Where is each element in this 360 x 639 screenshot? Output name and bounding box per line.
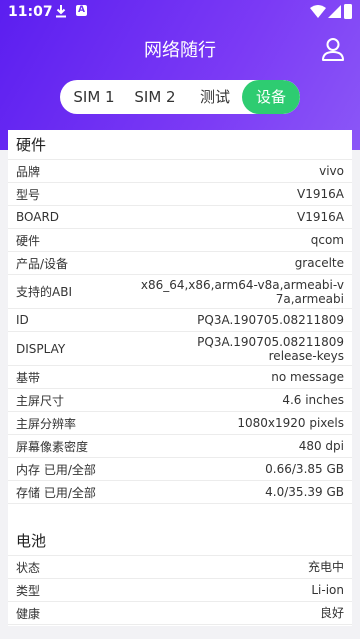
download-icon xyxy=(56,5,66,18)
cellular-signal-icon xyxy=(328,5,341,18)
status-bar: 11:07 A xyxy=(0,0,360,24)
tab-sim2[interactable]: SIM 2 xyxy=(122,80,188,114)
row-label: 支持的ABI xyxy=(16,285,72,299)
row-label: 健康 xyxy=(16,606,41,621)
status-time: 11:07 xyxy=(8,4,53,20)
tab-test[interactable]: 测试 xyxy=(188,80,242,114)
row-label: ID xyxy=(16,313,29,327)
info-row-board: BOARD V1916A xyxy=(8,206,352,229)
a-notification-icon: A xyxy=(76,5,87,16)
row-value: 4.0/35.39 GB xyxy=(265,485,344,499)
row-label: 类型 xyxy=(16,583,41,598)
info-row-storage: 存储 已用/全部 4.0/35.39 GB xyxy=(8,481,352,504)
hardware-section-title: 硬件 xyxy=(8,130,352,160)
row-value: 充电中 xyxy=(307,560,344,574)
battery-icon xyxy=(344,4,352,19)
tab-sim1[interactable]: SIM 1 xyxy=(60,80,122,114)
row-value: V1916A xyxy=(297,187,344,201)
tab-device[interactable]: 设备 xyxy=(242,80,300,114)
row-label: 屏幕像素密度 xyxy=(16,439,89,454)
row-value: V1916A xyxy=(297,210,344,224)
row-label: 主屏尺寸 xyxy=(16,393,65,408)
info-row-baseband: 基带 no message xyxy=(8,366,352,389)
row-label: 存储 已用/全部 xyxy=(16,485,96,500)
row-label: DISPLAY xyxy=(16,341,66,356)
info-row-screen-size: 主屏尺寸 4.6 inches xyxy=(8,389,352,412)
row-value: no message xyxy=(271,370,344,384)
info-row-battery-status: 状态 充电中 xyxy=(8,556,352,579)
row-label: 型号 xyxy=(16,187,41,202)
info-row-model: 型号 V1916A xyxy=(8,183,352,206)
battery-section-title: 电池 xyxy=(8,526,352,556)
row-label: 品牌 xyxy=(16,164,41,179)
row-value: Li-ion xyxy=(311,583,344,597)
row-value: 0.66/3.85 GB xyxy=(265,462,344,476)
top-tab-bar: SIM 1 SIM 2 测试 设备 xyxy=(60,80,300,114)
info-row-density: 屏幕像素密度 480 dpi xyxy=(8,435,352,458)
row-value: PQ3A.190705.08211809 xyxy=(197,313,344,327)
row-value: 480 dpi xyxy=(298,439,344,453)
info-row-battery-type: 类型 Li-ion xyxy=(8,579,352,602)
info-row-abi: 支持的ABI x86_64,x86,arm64-v8a,armeabi-v7a,a… xyxy=(8,275,352,309)
row-label: 产品/设备 xyxy=(16,256,69,271)
row-value: 4.6 inches xyxy=(282,393,344,407)
row-value: PQ3A.190705.08211809 release-keys xyxy=(197,334,344,363)
user-profile-icon[interactable] xyxy=(320,36,346,62)
row-value: vivo xyxy=(319,164,344,178)
info-row-product: 产品/设备 gracelte xyxy=(8,252,352,275)
row-label: 主屏分辨率 xyxy=(16,416,77,431)
row-label: 内存 已用/全部 xyxy=(16,462,96,477)
row-label: BOARD xyxy=(16,210,60,224)
info-row-display: DISPLAY PQ3A.190705.08211809 release-keys xyxy=(8,332,352,366)
wifi-icon xyxy=(310,5,326,18)
page-title: 网络随行 xyxy=(144,40,216,61)
info-row-battery-health: 健康 良好 xyxy=(8,602,352,625)
row-label: 状态 xyxy=(16,560,41,575)
info-row-resolution: 主屏分辨率 1080x1920 pixels xyxy=(8,412,352,435)
device-info-card: 硬件 品牌 vivo 型号 V1916A BOARD V1916A 硬件 qcom 产品… xyxy=(8,130,352,626)
row-value: 1080x1920 pixels xyxy=(237,416,344,430)
row-label: 基带 xyxy=(16,370,41,385)
row-value: qcom xyxy=(310,233,344,247)
row-value: x86_64,x86,arm64-v8a,armeabi-v7a,armeabi xyxy=(140,277,344,306)
row-value: gracelte xyxy=(294,256,344,270)
row-value: 良好 xyxy=(319,606,344,620)
info-row-id: ID PQ3A.190705.08211809 xyxy=(8,309,352,332)
info-row-brand: 品牌 vivo xyxy=(8,160,352,183)
info-row-memory: 内存 已用/全部 0.66/3.85 GB xyxy=(8,458,352,481)
row-label: 硬件 xyxy=(16,233,41,248)
info-row-hardware: 硬件 qcom xyxy=(8,229,352,252)
